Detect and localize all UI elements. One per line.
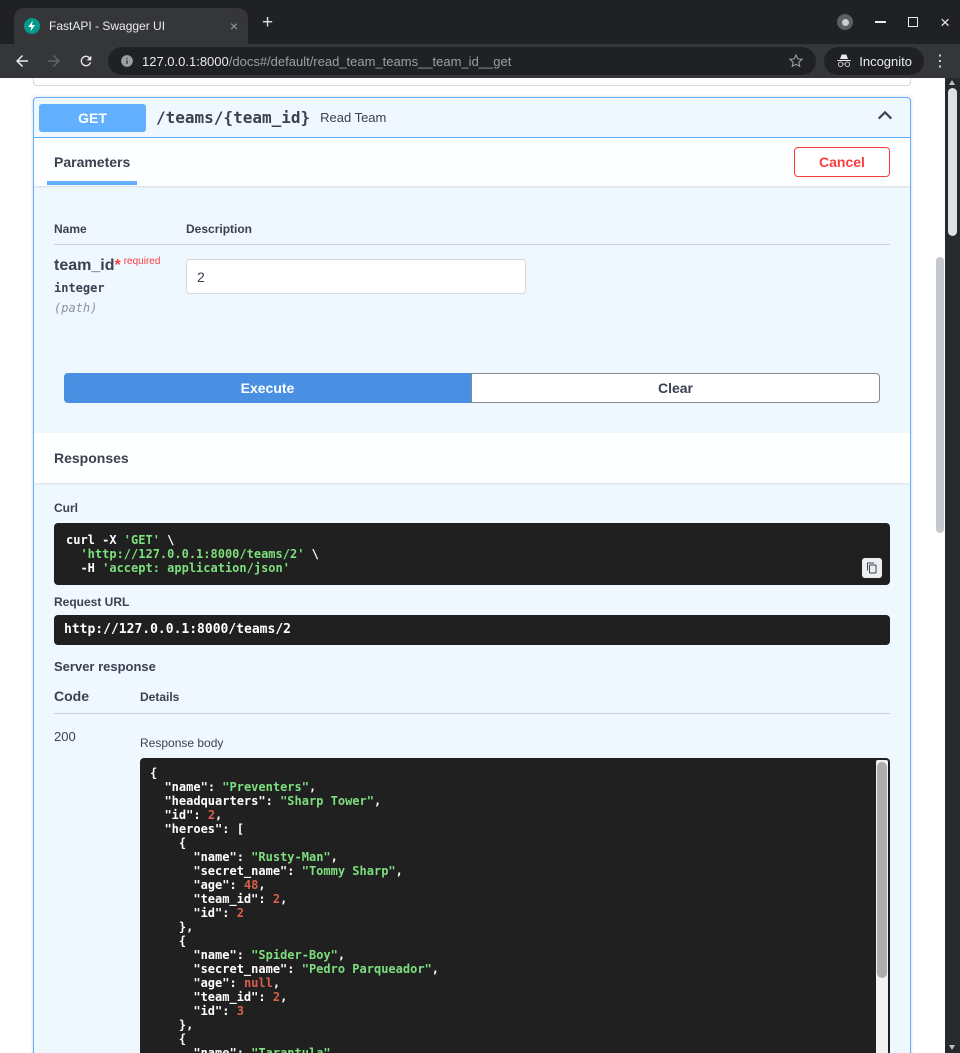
parameter-row: team_id* required integer (path) xyxy=(54,245,890,315)
window-scrollbar[interactable] xyxy=(945,78,960,1053)
window-scrollbar-thumb[interactable] xyxy=(948,88,957,236)
reload-icon[interactable] xyxy=(72,47,100,75)
curl-command-block: curl -X 'GET' \ 'http://127.0.0.1:8000/t… xyxy=(54,523,890,585)
responses-section-header: Responses xyxy=(34,433,910,483)
server-response-row: 200 Response body { "name": "Preventers"… xyxy=(54,714,890,1053)
copy-to-clipboard-button[interactable] xyxy=(862,558,882,578)
server-response-label: Server response xyxy=(54,659,890,674)
browser-tab[interactable]: FastAPI - Swagger UI × xyxy=(14,8,248,44)
operation-path: /teams/{team_id} xyxy=(156,108,310,127)
browser-menu-icon[interactable]: ⋮ xyxy=(928,51,952,71)
execute-row: Execute Clear xyxy=(64,373,880,403)
previous-block-bottom-edge xyxy=(33,78,911,86)
tab-title: FastAPI - Swagger UI xyxy=(49,19,221,33)
tab-close-icon[interactable]: × xyxy=(230,19,238,33)
description-column-header: Description xyxy=(186,222,890,236)
clear-button[interactable]: Clear xyxy=(471,373,880,403)
response-body-label: Response body xyxy=(140,736,890,750)
response-body-block: { "name": "Preventers", "headquarters": … xyxy=(140,758,890,1053)
url-path: /docs#/default/read_team_teams__team_id_… xyxy=(229,54,512,69)
curl-label: Curl xyxy=(54,501,890,515)
parameter-type: integer xyxy=(54,281,186,295)
parameters-area: Name Description team_id* required intege… xyxy=(34,186,910,433)
execute-button[interactable]: Execute xyxy=(64,373,471,403)
parameter-location: (path) xyxy=(54,301,186,315)
fastapi-favicon xyxy=(24,18,40,34)
incognito-label: Incognito xyxy=(859,54,912,69)
update-status-icon[interactable] xyxy=(837,14,853,30)
incognito-icon xyxy=(836,53,852,69)
url-host: 127.0.0.1:8000 xyxy=(142,54,229,69)
url-text[interactable]: 127.0.0.1:8000/docs#/default/read_team_t… xyxy=(142,54,780,69)
response-body-scrollbar[interactable] xyxy=(876,760,888,1053)
operation-description: Read Team xyxy=(320,110,386,125)
tab-parameters[interactable]: Parameters xyxy=(54,154,130,170)
parameters-table-header: Name Description xyxy=(54,222,890,245)
responses-title: Responses xyxy=(54,450,129,466)
window-controls: × xyxy=(837,0,950,44)
server-response-table-header: Code Details xyxy=(54,688,890,714)
parameter-name: team_id xyxy=(54,257,114,274)
scrollbar-up-arrow-icon[interactable] xyxy=(949,80,955,85)
page-scrollbar-thumb[interactable] xyxy=(936,257,944,533)
status-code: 200 xyxy=(54,729,76,744)
request-url-value: http://127.0.0.1:8000/teams/2 xyxy=(54,615,890,645)
close-window-icon[interactable]: × xyxy=(940,14,950,31)
address-bar[interactable]: 127.0.0.1:8000/docs#/default/read_team_t… xyxy=(108,47,816,75)
incognito-badge: Incognito xyxy=(824,47,924,75)
back-icon[interactable] xyxy=(8,47,36,75)
bookmark-star-icon[interactable] xyxy=(788,53,804,69)
scrollbar-down-arrow-icon[interactable] xyxy=(949,1045,955,1050)
collapse-chevron-icon[interactable] xyxy=(876,108,894,127)
team-id-input[interactable] xyxy=(186,259,526,294)
request-url-label: Request URL xyxy=(54,595,890,609)
minimize-icon[interactable] xyxy=(875,21,886,23)
details-column-header: Details xyxy=(140,690,890,704)
responses-area: Curl curl -X 'GET' \ 'http://127.0.0.1:8… xyxy=(34,501,910,1053)
site-info-icon[interactable] xyxy=(120,54,134,68)
browser-toolbar: 127.0.0.1:8000/docs#/default/read_team_t… xyxy=(0,44,960,78)
required-asterisk: * xyxy=(114,257,120,274)
response-body-json: { "name": "Preventers", "headquarters": … xyxy=(150,766,880,1053)
response-body-scrollbar-thumb[interactable] xyxy=(877,762,887,978)
new-tab-button[interactable]: + xyxy=(262,12,273,34)
operation-summary[interactable]: GET /teams/{team_id} Read Team xyxy=(34,98,910,138)
name-column-header: Name xyxy=(54,222,186,236)
parameters-section-header: Parameters Cancel xyxy=(34,138,910,186)
browser-titlebar: FastAPI - Swagger UI × + × xyxy=(0,0,960,44)
method-badge: GET xyxy=(39,104,146,132)
code-column-header: Code xyxy=(54,688,140,704)
maximize-icon[interactable] xyxy=(908,17,918,27)
page-content: GET /teams/{team_id} Read Team Parameter… xyxy=(0,78,945,1053)
operation-block-get-teams: GET /teams/{team_id} Read Team Parameter… xyxy=(33,97,911,1053)
required-label: required xyxy=(124,256,161,267)
cancel-button[interactable]: Cancel xyxy=(794,147,890,177)
forward-icon[interactable] xyxy=(40,47,68,75)
